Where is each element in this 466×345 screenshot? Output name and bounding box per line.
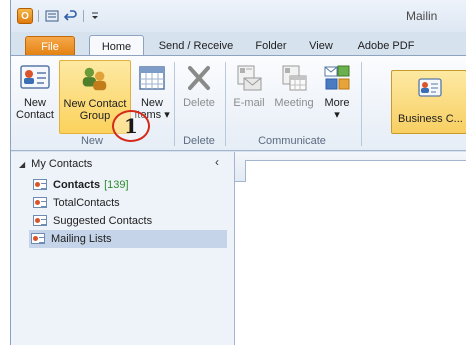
delete-button[interactable]: Delete <box>177 60 221 132</box>
tab-view[interactable]: View <box>303 36 339 56</box>
business-card-icon <box>418 77 442 102</box>
step-number-badge: 1 <box>112 110 150 142</box>
more-button[interactable]: More ▾ <box>319 60 355 132</box>
my-contacts-header[interactable]: ◢ My Contacts <box>19 158 92 170</box>
group-label-delete: Delete <box>183 135 215 147</box>
calendar-items-icon <box>136 62 168 94</box>
business-card-view-button[interactable]: Business C... <box>391 70 466 134</box>
navigation-pane: ◢ My Contacts ‹ Contacts [139] TotalCont… <box>11 152 235 345</box>
ribbon: New Contact New Contact Group New Items … <box>11 55 466 151</box>
tab-file[interactable]: File <box>25 36 75 56</box>
new-contact-button[interactable]: New Contact <box>13 60 57 132</box>
delete-x-icon <box>183 62 215 94</box>
meeting-button[interactable]: Meeting <box>271 60 317 132</box>
send-receive-icon[interactable] <box>44 8 60 24</box>
tab-send-receive[interactable]: Send / Receive <box>151 36 241 56</box>
customize-qat-icon[interactable] <box>87 8 103 24</box>
contacts-folder-icon <box>33 215 47 226</box>
contact-group-icon <box>79 63 111 95</box>
group-label-communicate: Communicate <box>258 135 326 147</box>
email-button[interactable]: E-mail <box>229 60 269 132</box>
collapse-pane-icon[interactable]: ‹ <box>215 155 219 169</box>
group-separator <box>174 62 175 146</box>
email-icon <box>233 62 265 94</box>
outlook-icon[interactable]: O <box>17 8 33 24</box>
group-separator <box>225 62 226 146</box>
contact-list-area[interactable] <box>235 152 466 345</box>
qat-separator <box>38 10 39 22</box>
tab-adobe-pdf[interactable]: Adobe PDF <box>349 36 423 56</box>
undo-icon[interactable] <box>63 8 79 24</box>
more-communicate-icon <box>321 62 353 94</box>
nav-item-totalcontacts[interactable]: TotalContacts <box>31 194 227 212</box>
contacts-folder-icon <box>31 233 45 244</box>
collapse-triangle-icon: ◢ <box>19 159 26 169</box>
search-contacts-box[interactable] <box>245 160 466 182</box>
contacts-count: [139] <box>104 179 129 191</box>
tab-folder[interactable]: Folder <box>249 36 293 56</box>
nav-item-mailing-lists[interactable]: Mailing Lists <box>29 230 227 248</box>
meeting-icon <box>278 62 310 94</box>
title-bar: O Mailin <box>11 0 466 32</box>
nav-item-contacts[interactable]: Contacts [139] <box>31 176 227 194</box>
qat-separator <box>83 10 84 22</box>
contacts-folder-icon <box>33 197 47 208</box>
contact-card-icon <box>19 62 51 94</box>
contacts-folder-icon <box>33 179 47 190</box>
ribbon-tabs: File Home Send / Receive Folder View Ado… <box>11 32 466 57</box>
group-separator <box>361 62 362 146</box>
group-label-new: New <box>80 135 103 147</box>
window-title: Mailin <box>406 9 438 23</box>
content-header <box>235 152 466 182</box>
tab-home[interactable]: Home <box>89 35 144 57</box>
nav-item-suggested-contacts[interactable]: Suggested Contacts <box>31 212 227 230</box>
outlook-window: O Mailin File Home Send / Receive Folder… <box>10 0 466 345</box>
